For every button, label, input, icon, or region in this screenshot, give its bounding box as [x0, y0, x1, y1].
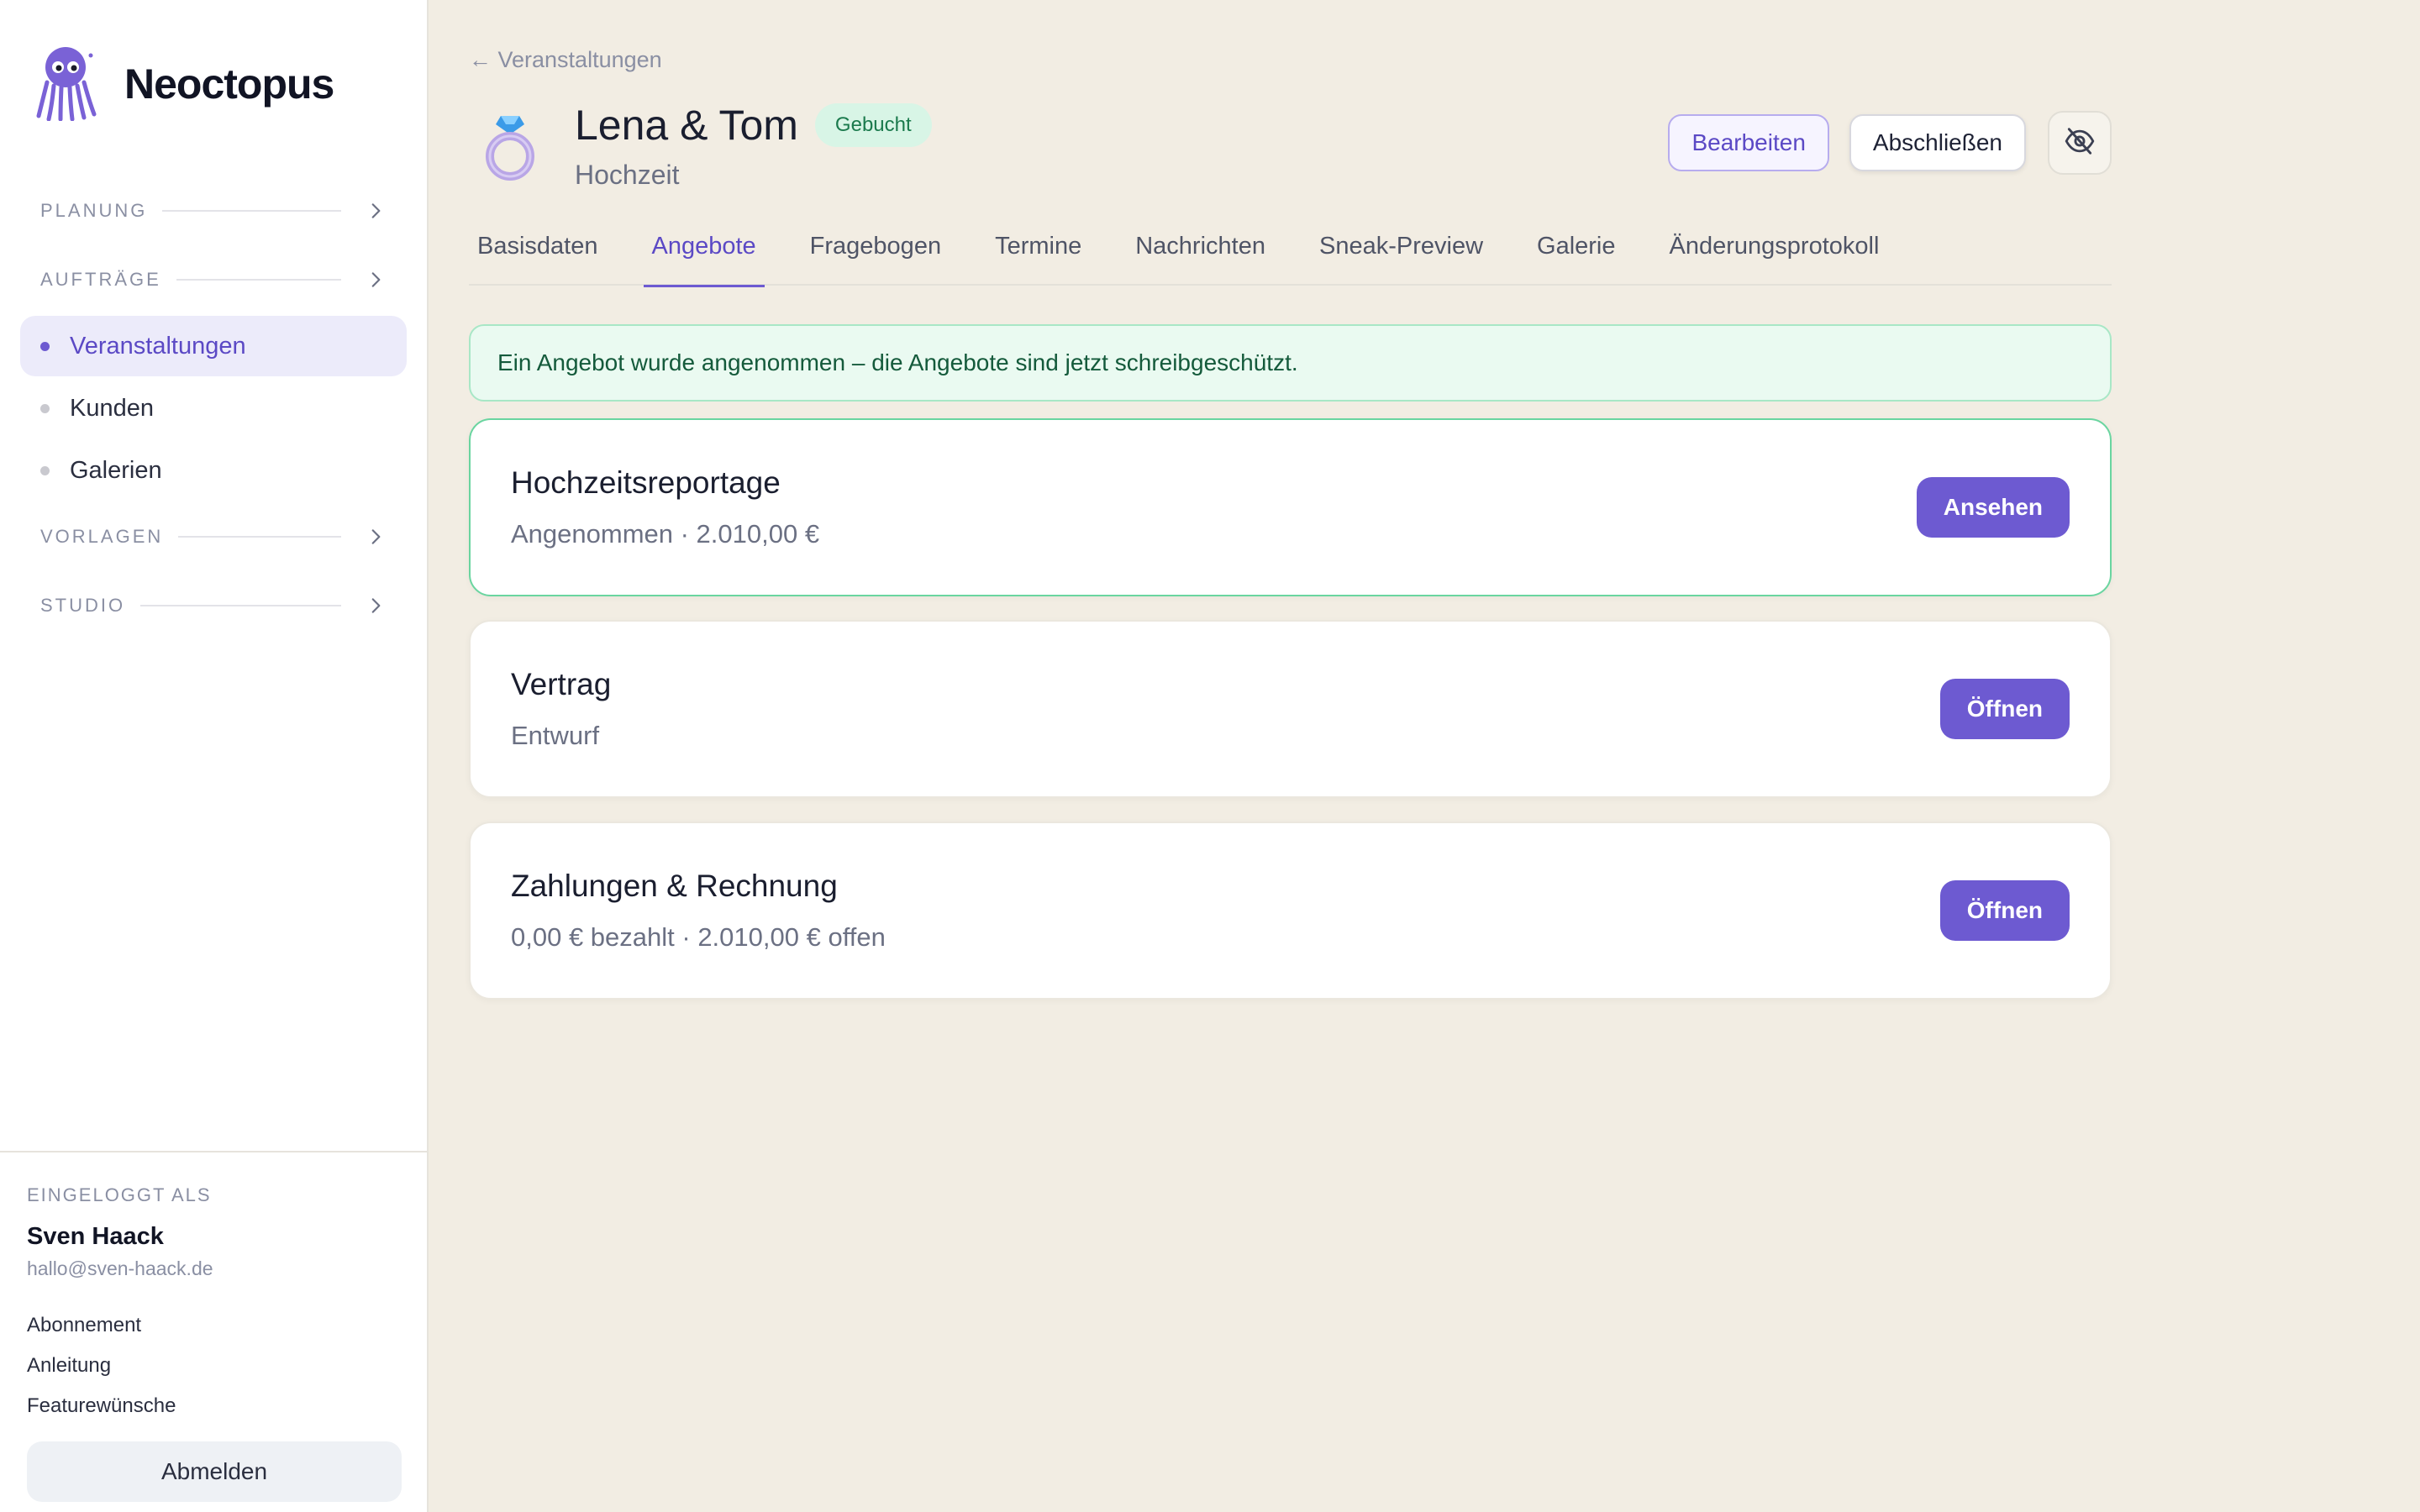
view-offer-button[interactable]: Ansehen — [1916, 477, 2070, 538]
breadcrumb-back-link[interactable]: ← Veranstaltungen — [469, 47, 662, 73]
user-links: Abonnement Anleitung Featurewünsche — [27, 1305, 400, 1426]
logged-in-label: EINGELOGGT ALS — [27, 1184, 212, 1205]
user-panel: EINGELOGGT ALS Sven Haack hallo@sven-haa… — [0, 1151, 427, 1512]
chevron-right-icon — [365, 269, 387, 291]
section-planung-label: PLANUNG — [40, 200, 148, 221]
section-studio[interactable]: STUDIO — [0, 571, 427, 640]
chevron-right-icon — [365, 200, 387, 222]
user-email: hallo@sven-haack.de — [27, 1257, 213, 1279]
card-subtitle: Angenommen · 2.010,00 € — [511, 519, 820, 549]
tab-nachrichten[interactable]: Nachrichten — [1127, 217, 1274, 286]
tab-galerie[interactable]: Galerie — [1528, 217, 1624, 286]
tab-sneak-preview[interactable]: Sneak-Preview — [1311, 217, 1491, 286]
sidebar-item-label: Kunden — [70, 394, 154, 422]
card-subtitle: Entwurf — [511, 721, 600, 750]
open-payments-button[interactable]: Öffnen — [1939, 880, 2070, 941]
card-title: Hochzeitsreportage — [511, 465, 781, 500]
tab-aenderungsprotokoll[interactable]: Änderungsprotokoll — [1661, 217, 1888, 286]
visibility-toggle-button[interactable] — [2048, 111, 2112, 175]
edit-button[interactable]: Bearbeiten — [1668, 114, 1829, 171]
divider — [178, 536, 341, 538]
title-block: Lena & Tom Gebucht Hochzeit — [575, 101, 932, 191]
readonly-notice: Ein Angebot wurde angenommen – die Angeb… — [469, 324, 2112, 402]
bullet-icon — [40, 403, 50, 413]
section-vorlagen-label: VORLAGEN — [40, 526, 164, 547]
brand-name: Neoctopus — [124, 60, 334, 108]
card-title: Vertrag — [511, 667, 612, 701]
sidebar-item-label: Galerien — [70, 456, 162, 484]
link-abonnement[interactable]: Abonnement — [27, 1305, 400, 1346]
section-vorlagen[interactable]: VORLAGEN — [0, 502, 427, 571]
octopus-logo-icon — [35, 44, 101, 125]
brand[interactable]: Neoctopus — [0, 0, 427, 126]
open-contract-button[interactable]: Öffnen — [1939, 679, 2070, 739]
offer-card: Hochzeitsreportage Angenommen · 2.010,00… — [469, 418, 2112, 596]
section-auftraege-label: AUFTRÄGE — [40, 269, 161, 290]
bullet-icon — [40, 465, 50, 475]
sidebar-item-label: Veranstaltungen — [70, 332, 246, 360]
tab-angebote[interactable]: Angebote — [643, 217, 765, 287]
page-header: Lena & Tom Gebucht Hochzeit Bearbeiten A… — [469, 92, 2112, 193]
card-subtitle: 0,00 € bezahlt · 2.010,00 € offen — [511, 922, 886, 952]
payments-card: Zahlungen & Rechnung 0,00 € bezahlt · 2.… — [469, 822, 2112, 1000]
chevron-right-icon — [365, 526, 387, 548]
status-badge: Gebucht — [814, 103, 932, 147]
chevron-right-icon — [365, 595, 387, 617]
tab-fragebogen[interactable]: Fragebogen — [802, 217, 950, 286]
ring-icon — [481, 109, 539, 185]
bullet-icon — [40, 341, 50, 351]
divider — [176, 279, 341, 281]
user-name: Sven Haack — [27, 1223, 164, 1250]
logout-button[interactable]: Abmelden — [27, 1441, 402, 1502]
sidebar-item-veranstaltungen[interactable]: Veranstaltungen — [20, 316, 407, 376]
main-nav: PLANUNG AUFTRÄGE Veranstaltungen Kunden — [0, 176, 427, 640]
card-title: Zahlungen & Rechnung — [511, 869, 838, 903]
section-planung[interactable]: PLANUNG — [0, 176, 427, 245]
page-title: Lena & Tom — [575, 102, 798, 149]
header-actions: Bearbeiten Abschließen — [1668, 111, 2112, 175]
sidebar-item-galerien[interactable]: Galerien — [20, 440, 407, 501]
sidebar: Neoctopus PLANUNG AUFTRÄGE Veranstaltung… — [0, 0, 429, 1512]
divider — [140, 605, 341, 606]
section-studio-label: STUDIO — [40, 595, 126, 616]
contract-card: Vertrag Entwurf Öffnen — [469, 620, 2112, 798]
eye-off-icon — [2064, 125, 2096, 161]
divider — [162, 210, 341, 212]
tab-termine[interactable]: Termine — [986, 217, 1090, 286]
sidebar-item-kunden[interactable]: Kunden — [20, 378, 407, 438]
tab-bar: Basisdaten Angebote Fragebogen Termine N… — [469, 217, 2112, 287]
page-subtitle: Hochzeit — [575, 160, 680, 190]
link-anleitung[interactable]: Anleitung — [27, 1346, 400, 1386]
tab-basisdaten[interactable]: Basisdaten — [469, 217, 607, 286]
section-auftraege[interactable]: AUFTRÄGE — [0, 245, 427, 314]
complete-button[interactable]: Abschließen — [1849, 114, 2026, 171]
link-featurewuensche[interactable]: Featurewünsche — [27, 1386, 400, 1426]
